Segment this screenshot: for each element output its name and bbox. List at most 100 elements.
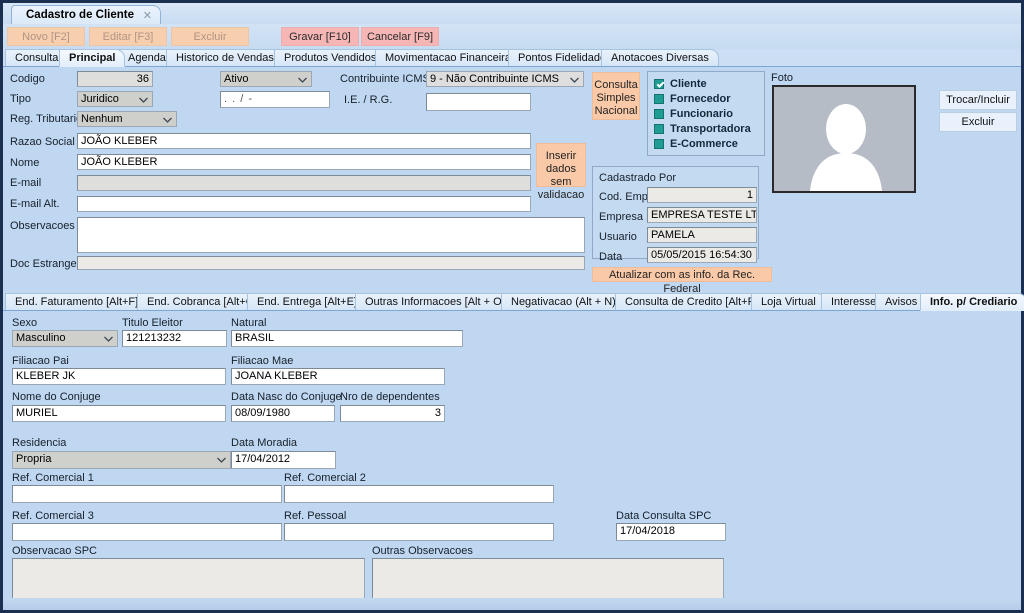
razao-social-field[interactable]: JOÃO KLEBER — [77, 133, 531, 149]
checkbox-label-fornecedor: Fornecedor — [670, 93, 731, 105]
sexo-select[interactable]: Masculino — [12, 330, 118, 347]
label-ref-comercial-2: Ref. Comercial 2 — [284, 472, 366, 484]
tab-produtos-vendidos[interactable]: Produtos Vendidos — [274, 49, 387, 67]
inserir-dados-sem-validacao-button[interactable]: Inserir dados sem validacao — [536, 143, 586, 201]
label-email: E-mail — [10, 177, 42, 189]
chevron-down-icon — [298, 77, 307, 83]
tipos-checkbox-group: Cliente Fornecedor Funcionario Transport… — [647, 71, 765, 156]
label-ref-pessoal: Ref. Pessoal — [284, 510, 347, 522]
observacoes-textarea[interactable] — [77, 217, 585, 253]
cancelar-button[interactable]: Cancelar [F9] — [361, 27, 439, 46]
titulo-eleitor-field[interactable]: 121213232 — [122, 330, 227, 347]
subtab-info-p-crediario[interactable]: Info. p/ Crediario — [920, 293, 1024, 311]
subtab-end-entrega[interactable]: End. Entrega [Alt+E] — [247, 293, 367, 311]
sexo-select-value: Masculino — [16, 332, 66, 344]
cod-emp-field: 1 — [647, 187, 757, 203]
checkbox-e-commerce[interactable] — [654, 139, 664, 149]
atualizar-rec-federal-button[interactable]: Atualizar com as info. da Rec. Federal — [592, 267, 772, 295]
novo-button[interactable]: Novo [F2] — [7, 27, 85, 46]
residencia-select-value: Propria — [16, 453, 52, 465]
subtab-consulta-de-credito[interactable]: Consulta de Credito [Alt+R] — [615, 293, 769, 311]
filiacao-mae-field[interactable]: JOANA KLEBER — [231, 368, 445, 385]
label-foto: Foto — [771, 72, 794, 84]
subtab-end-faturamento[interactable]: End. Faturamento [Alt+F] — [5, 293, 149, 311]
tab-historico-de-vendas[interactable]: Historico de Vendas — [166, 49, 284, 67]
checkbox-cliente[interactable] — [654, 79, 664, 89]
residencia-select[interactable]: Propria — [12, 451, 231, 469]
window-tab-cadastro-de-cliente[interactable]: Cadastro de Cliente ✕ — [11, 5, 161, 24]
foto-excluir-button[interactable]: Excluir — [939, 112, 1017, 132]
checkbox-transportadora[interactable] — [654, 124, 664, 134]
codigo-field: 36 — [77, 71, 153, 87]
label-tipo: Tipo — [10, 93, 31, 105]
tab-anotacoes-diversas[interactable]: Anotacoes Diversas — [601, 49, 719, 67]
label-empresa: Empresa — [599, 211, 644, 223]
subtab-negativacao[interactable]: Negativacao (Alt + N) — [501, 293, 626, 311]
filiacao-pai-field[interactable]: KLEBER JK — [12, 368, 226, 385]
doc-estrangeiro-field[interactable] — [77, 256, 585, 270]
usuario-field: PAMELA — [647, 227, 757, 243]
tipo-select-value: Juridico — [81, 93, 119, 105]
checkbox-label-e-commerce: E-Commerce — [670, 138, 738, 150]
nome-field[interactable]: JOÃO KLEBER — [77, 154, 531, 170]
label-ref-comercial-3: Ref. Comercial 3 — [12, 510, 94, 522]
tipo-select[interactable]: Juridico — [77, 91, 153, 107]
person-silhouette-icon — [810, 104, 882, 191]
label-ref-comercial-1: Ref. Comercial 1 — [12, 472, 94, 484]
label-data-nasc-conjuge: Data Nasc do Conjuge — [231, 391, 342, 403]
data-nasc-conjuge-field[interactable]: 08/09/1980 — [231, 405, 335, 422]
checkbox-fornecedor[interactable] — [654, 94, 664, 104]
ref-comercial-2-field[interactable] — [284, 485, 554, 503]
status-select[interactable]: Ativo — [220, 71, 312, 87]
outras-observacoes-textarea[interactable] — [372, 558, 724, 600]
nro-dependentes-field[interactable]: 3 — [340, 405, 445, 422]
status-select-value: Ativo — [224, 73, 249, 85]
label-natural: Natural — [231, 317, 267, 329]
label-codigo: Codigo — [10, 73, 45, 85]
ref-pessoal-field[interactable] — [284, 523, 554, 541]
ref-comercial-1-field[interactable] — [12, 485, 282, 503]
chevron-down-icon — [163, 117, 172, 123]
editar-button[interactable]: Editar [F3] — [89, 27, 167, 46]
label-contribuinte-icms: Contribuinte ICMS — [340, 73, 430, 85]
principal-page: Codigo Tipo Reg. Tributario Razao Social… — [3, 67, 1021, 295]
label-razao-social: Razao Social — [10, 136, 75, 148]
ref-comercial-3-field[interactable] — [12, 523, 282, 541]
data-moradia-field[interactable]: 17/04/2012 — [231, 451, 336, 469]
label-data: Data — [599, 251, 623, 263]
data-field: 05/05/2015 16:54:30 — [647, 247, 757, 263]
foto-preview[interactable] — [772, 85, 916, 193]
label-residencia: Residencia — [12, 437, 67, 449]
checkbox-label-cliente: Cliente — [670, 78, 707, 90]
crediario-page: Sexo Masculino Titulo Eleitor 121213232 … — [3, 311, 1021, 610]
tab-pontos-fidelidade[interactable]: Pontos Fidelidade — [508, 49, 617, 67]
tab-principal[interactable]: Principal — [59, 49, 126, 67]
reg-tributario-select[interactable]: Nenhum — [77, 111, 177, 127]
gravar-button[interactable]: Gravar [F10] — [281, 27, 359, 46]
nome-conjuge-field[interactable]: MURIEL — [12, 405, 226, 422]
natural-field[interactable]: BRASIL — [231, 330, 463, 347]
observacao-spc-textarea[interactable] — [12, 558, 365, 600]
chevron-down-icon — [217, 457, 226, 463]
contribuinte-icms-select-value: 9 - Não Contribuinte ICMS — [430, 73, 559, 85]
subtab-outras-informacoes[interactable]: Outras Informacoes [Alt + O] — [355, 293, 515, 311]
chevron-down-icon — [570, 77, 579, 83]
ie-rg-field[interactable] — [426, 93, 531, 111]
contribuinte-icms-select[interactable]: 9 - Não Contribuinte ICMS — [426, 71, 584, 87]
checkbox-label-transportadora: Transportadora — [670, 123, 751, 135]
tab-movimentacao-financeira[interactable]: Movimentacao Financeira — [375, 49, 521, 67]
cnpj-cpf-field[interactable]: . . / - — [220, 91, 330, 108]
trocar-incluir-button[interactable]: Trocar/Incluir — [939, 90, 1017, 110]
label-observacao-spc: Observacao SPC — [12, 545, 97, 557]
email-field[interactable] — [77, 175, 531, 191]
close-icon[interactable]: ✕ — [143, 7, 152, 25]
data-consulta-spc-field[interactable]: 17/04/2018 — [616, 523, 726, 541]
label-nome: Nome — [10, 157, 40, 169]
checkbox-label-funcionario: Funcionario — [670, 108, 733, 120]
subtab-loja-virtual[interactable]: Loja Virtual — [751, 293, 826, 311]
consulta-simples-nacional-button[interactable]: Consulta Simples Nacional — [592, 72, 640, 120]
email-alt-field[interactable] — [77, 196, 531, 212]
checkbox-funcionario[interactable] — [654, 109, 664, 119]
label-nome-conjuge: Nome do Conjuge — [12, 391, 101, 403]
excluir-button[interactable]: Excluir — [171, 27, 249, 46]
